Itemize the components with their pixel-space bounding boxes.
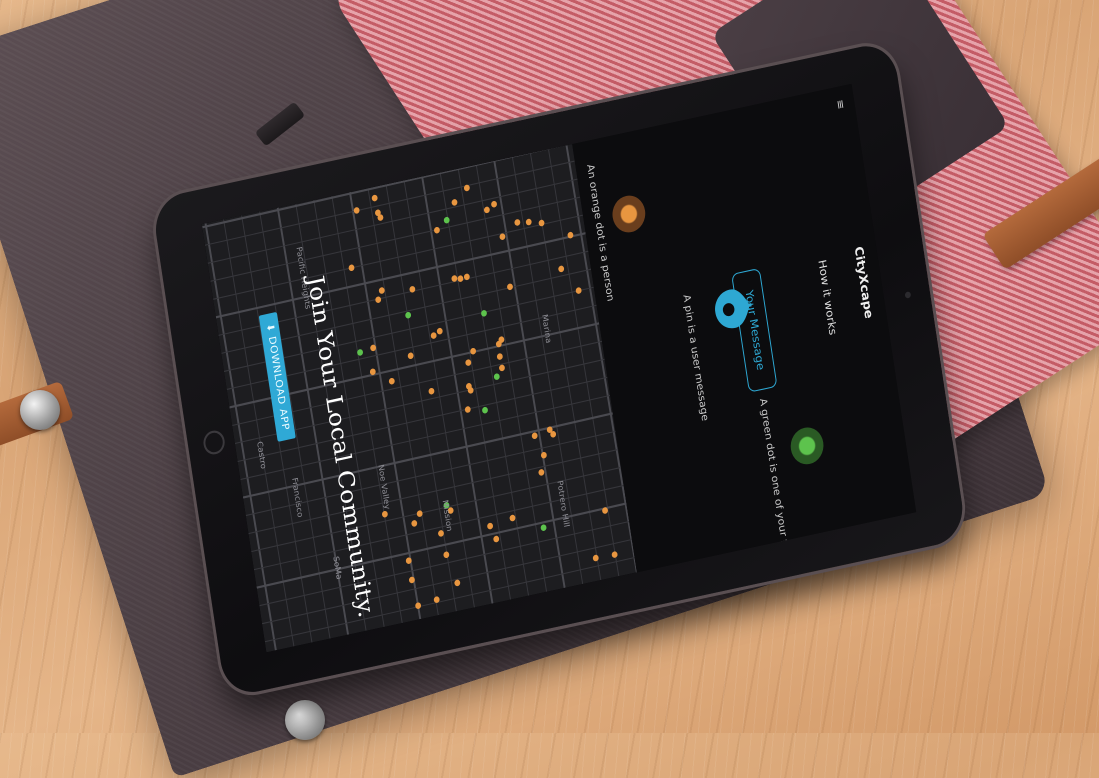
person-dot <box>514 219 521 226</box>
person-dot <box>451 199 458 206</box>
map-street <box>385 184 457 612</box>
person-dot <box>507 283 513 291</box>
person-dot <box>575 287 582 294</box>
friend-dot <box>540 524 547 531</box>
tablet-screen: Francisco SoMa Pacific Heights Castro Mi… <box>201 83 917 653</box>
person-dot <box>436 327 443 335</box>
tablet-body: Francisco SoMa Pacific Heights Castro Mi… <box>151 40 968 699</box>
person-dot <box>348 264 355 272</box>
map-street <box>403 180 475 608</box>
person-dot <box>525 218 532 226</box>
person-dot <box>531 432 538 440</box>
person-dot <box>487 522 493 530</box>
person-dot <box>388 377 395 385</box>
rivet <box>285 700 325 740</box>
orange-dot-icon <box>610 192 648 236</box>
friend-dot <box>443 216 450 224</box>
map-street <box>212 214 584 300</box>
person-dot <box>407 352 414 360</box>
person-dot <box>381 510 388 518</box>
brand-logo[interactable]: CityXcape <box>852 245 876 320</box>
person-dot <box>538 219 545 227</box>
person-dot <box>499 364 505 372</box>
tablet: Francisco SoMa Pacific Heights Castro Mi… <box>151 40 968 699</box>
person-dot <box>496 353 503 360</box>
person-dot <box>464 406 471 413</box>
map-street <box>253 484 624 571</box>
person-dot <box>375 296 382 303</box>
person-dot <box>428 387 435 395</box>
map-street <box>210 196 581 282</box>
person-dot <box>470 347 477 355</box>
person-dot <box>443 551 450 559</box>
person-dot <box>430 332 437 339</box>
map-street <box>367 188 439 616</box>
friend-dot <box>405 311 412 319</box>
friend-dot <box>482 406 488 414</box>
person-dot <box>558 265 565 273</box>
city-map[interactable]: Francisco SoMa Pacific Heights Castro Mi… <box>201 144 637 653</box>
person-dot <box>371 194 378 202</box>
person-dot <box>491 200 497 208</box>
green-dot-icon <box>788 424 826 468</box>
person-dot <box>538 469 545 476</box>
person-dot <box>434 226 440 234</box>
map-street <box>256 502 627 589</box>
map-street <box>457 168 530 596</box>
pin-caption: A pin is a user message <box>680 293 710 423</box>
map-street <box>259 520 630 607</box>
person-dot <box>415 602 422 609</box>
person-dot <box>611 551 618 558</box>
how-it-works-heading: How it works <box>815 258 840 337</box>
person-dot <box>592 554 599 562</box>
camera <box>904 291 912 299</box>
map-streets <box>202 144 637 651</box>
person-dot <box>493 535 500 543</box>
green-caption: A green dot is one of your friends <box>756 397 795 578</box>
rivet <box>20 390 60 430</box>
home-button[interactable] <box>201 428 227 457</box>
friend-dot <box>493 373 500 380</box>
hamburger-icon[interactable]: ≡ <box>833 98 847 110</box>
person-dot <box>411 520 418 527</box>
map-pin-icon <box>715 289 755 329</box>
map-street <box>215 232 586 319</box>
